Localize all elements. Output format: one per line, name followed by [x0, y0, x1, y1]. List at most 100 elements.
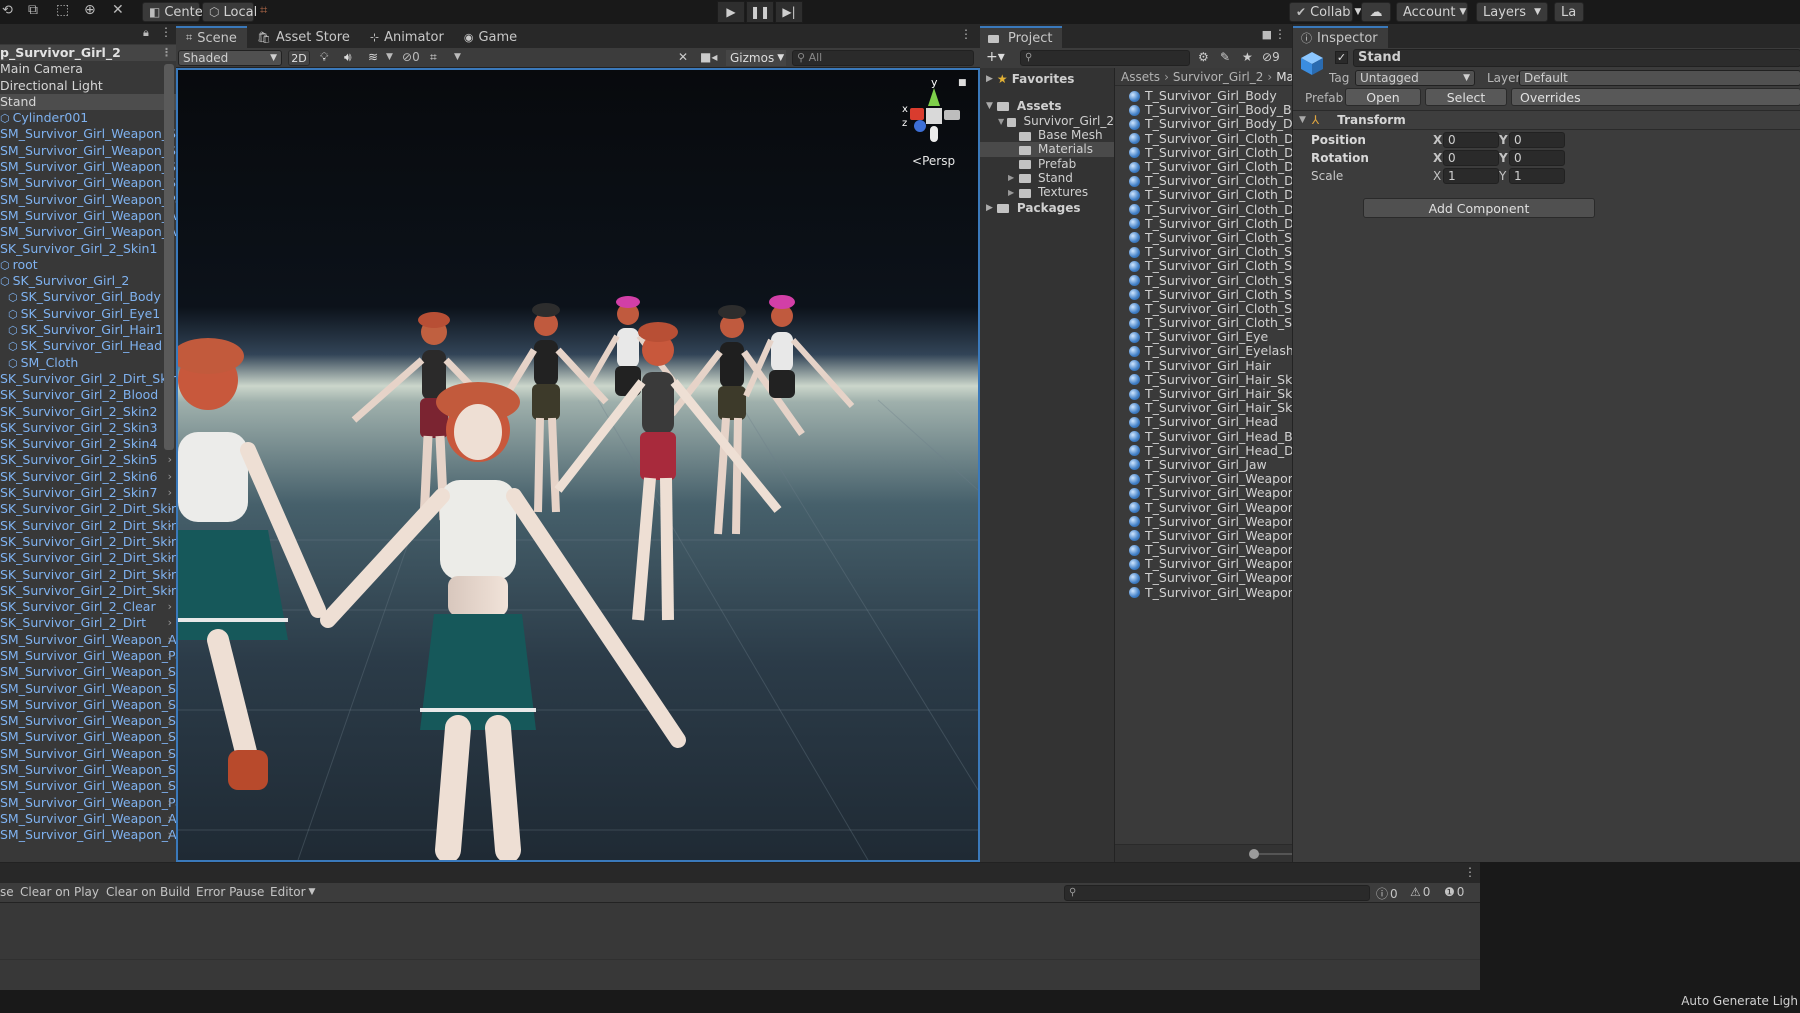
breadcrumb-item[interactable]: Materials [1276, 70, 1292, 84]
position-x-field[interactable]: 0 [1443, 132, 1499, 148]
hierarchy-item[interactable]: SM_Survivor_Girl_Weapon_Sle› [0, 713, 176, 729]
hierarchy-item[interactable]: SM_Survivor_Girl_Weapon_Par› [0, 795, 176, 811]
hierarchy-item[interactable]: SM_Survivor_Girl_Weapon_Scr› [0, 681, 176, 697]
custom-tool-icon[interactable]: ✕ [112, 2, 124, 18]
chevron-right-icon[interactable]: › [168, 534, 172, 550]
chevron-down-icon[interactable]: ▼ [386, 52, 393, 62]
error-filter-toggle[interactable]: ❶0 [1444, 885, 1464, 899]
chevron-right-icon[interactable]: › [168, 452, 172, 468]
material-item[interactable]: T_Survivor_Girl_Weapon_Skin2_B [1129, 528, 1292, 543]
hierarchy-item[interactable]: SK_Survivor_Girl_2_Skin2› [0, 404, 176, 420]
material-item[interactable]: T_Survivor_Girl_Cloth_Dirt_Skin5 [1129, 188, 1292, 202]
hierarchy-item[interactable]: SK_Survivor_Girl_2_Skin3› [0, 420, 176, 436]
chevron-right-icon[interactable]: › [168, 550, 172, 566]
tab-game[interactable]: ◉ Game [454, 26, 527, 48]
chevron-right-icon[interactable]: › [168, 681, 172, 697]
play-button[interactable]: ▶ [717, 1, 745, 23]
scene-viewport[interactable]: y x z ■ <Persp [176, 68, 980, 862]
rotation-x-field[interactable]: 0 [1443, 150, 1499, 166]
scale-y-field[interactable]: 1 [1509, 168, 1565, 184]
refresh-icon[interactable]: ⟲ [2, 3, 13, 18]
hierarchy-item[interactable]: SK_Survivor_Girl_2_Skin7 › [0, 485, 176, 501]
pause-button[interactable]: ❚❚ [746, 1, 774, 23]
transform-header[interactable]: ▼ ⅄ Transform [1293, 110, 1800, 130]
menu-dots-icon[interactable]: ⋮ [1464, 865, 1476, 879]
hierarchy-item[interactable]: ⬡ SK_Survivor_Girl_Eye1 [0, 306, 176, 322]
warning-filter-toggle[interactable]: ⚠ 0 [1410, 885, 1430, 899]
packages-row[interactable]: ▶ Packages [980, 199, 1114, 216]
hierarchy-item[interactable]: SM_Survivor_Girl_Weapon_Ax_› [0, 811, 176, 827]
transform-tool-icon[interactable]: ⊕ [84, 2, 96, 18]
log-filter-toggle[interactable]: ⓘ 0 [1376, 885, 1398, 902]
hierarchy-item[interactable]: SK_Survivor_Girl_2_Clear › [0, 599, 176, 615]
chevron-down-icon[interactable]: ▼ [454, 52, 461, 62]
material-item[interactable]: T_Survivor_Girl_Cloth_Dirt_Skin3 [1129, 160, 1292, 174]
editor-dropdown[interactable]: Editor ▼ [270, 885, 315, 899]
shading-mode-dropdown[interactable]: Shaded ▼ [178, 50, 282, 66]
favorites-row[interactable]: ▶ ★ Favorites [980, 70, 1114, 87]
layer-dropdown[interactable]: Default [1519, 70, 1800, 86]
hierarchy-item[interactable]: ⬡ SK_Survivor_Girl_Body [0, 289, 176, 305]
chevron-right-icon[interactable]: › [168, 567, 172, 583]
chevron-right-icon[interactable]: › [168, 485, 172, 501]
material-item[interactable]: T_Survivor_Girl_Cloth_Dirt_Skin1 [1129, 131, 1292, 146]
hierarchy-item[interactable]: SK_Survivor_Girl_2_Blood› [0, 387, 176, 403]
hierarchy-item[interactable]: ⬡ SK_Survivor_Girl_Hair1 [0, 322, 176, 338]
lock-icon[interactable]: 🔒︎ [143, 26, 149, 40]
material-item[interactable]: T_Survivor_Girl_Body_Dirt [1129, 117, 1292, 131]
error-pause-toggle[interactable]: Error Pause [196, 885, 264, 899]
hierarchy-item[interactable]: SM_Survivor_Girl_Weapon_Scr› [0, 762, 176, 778]
project-folder-item[interactable]: Base Mesh [980, 128, 1114, 142]
chevron-right-icon[interactable]: › [168, 583, 172, 599]
project-folder-item[interactable]: ▼ Survivor_Girl_2 [980, 114, 1114, 128]
hierarchy-item[interactable]: SK_Survivor_Girl_2_Dirt_Skin4 › [0, 534, 176, 550]
filter-label-icon[interactable]: ✎ [1220, 50, 1230, 64]
object-name-field[interactable]: Stand [1353, 49, 1800, 67]
chevron-right-icon[interactable]: › [168, 501, 172, 517]
material-item[interactable]: T_Survivor_Girl_Weapon_Skin3_D [1129, 585, 1292, 600]
hierarchy-item[interactable]: SM_Survivor_Girl_Weapon_Sle› [0, 126, 176, 142]
icon-size-slider-handle[interactable] [1249, 849, 1259, 859]
chevron-right-icon[interactable]: › [168, 778, 172, 794]
material-item[interactable]: T_Survivor_Girl_Jaw [1129, 457, 1292, 472]
menu-dots-icon[interactable]: ⋮ [1274, 27, 1286, 41]
material-item[interactable]: T_Survivor_Girl_Cloth_Skin3 [1129, 259, 1292, 273]
material-item[interactable]: T_Survivor_Girl_Cloth_Skin6 [1129, 301, 1292, 316]
chevron-right-icon[interactable]: › [168, 746, 172, 762]
hierarchy-item[interactable]: SK_Survivor_Girl_2_Dirt_Skin6 › [0, 567, 176, 583]
layout-dropdown[interactable]: La [1554, 2, 1584, 22]
orientation-gizmo[interactable]: y x z ■ [898, 76, 968, 156]
layers-dropdown[interactable]: Layers ▼ [1476, 2, 1548, 22]
material-item[interactable]: T_Survivor_Girl_Head_Blood [1129, 429, 1292, 444]
chevron-right-icon[interactable]: › [168, 469, 172, 485]
hierarchy-scrollbar[interactable] [164, 64, 174, 450]
audio-toggle-icon[interactable]: 🔊︎ [344, 50, 352, 65]
material-item[interactable]: T_Survivor_Girl_Cloth_Skin2 [1129, 245, 1292, 259]
console-search-input[interactable]: ⚲ [1064, 885, 1370, 901]
hierarchy-item[interactable]: SK_Survivor_Girl_2_Skin6 › [0, 469, 176, 485]
hierarchy-item[interactable]: ⬡ root [0, 257, 176, 273]
rect-tool-icon[interactable]: ⬚ [56, 2, 69, 18]
active-checkbox[interactable]: ✓ [1335, 51, 1348, 64]
prefab-select-button[interactable]: Select [1425, 88, 1507, 106]
menu-dots-icon[interactable]: ⋮ [160, 25, 172, 39]
hierarchy-item[interactable]: SK_Survivor_Girl_2_Skin5 › [0, 452, 176, 468]
grid-snap-icon[interactable]: ⌗ [260, 3, 267, 18]
add-component-button[interactable]: Add Component [1363, 198, 1595, 218]
hierarchy-item[interactable]: SM_Survivor_Girl_Weapon_Par› [0, 192, 176, 208]
lock-icon[interactable]: ■ [1262, 28, 1272, 41]
hierarchy-item[interactable]: SK_Survivor_Girl_2_Dirt_Skin3 › [0, 518, 176, 534]
material-item[interactable]: T_Survivor_Girl_Hair_Skin2 [1129, 372, 1292, 387]
material-item[interactable]: T_Survivor_Girl_Cloth_Dirt_Skin2 [1129, 145, 1292, 160]
persp-toggle[interactable]: <Persp [912, 154, 955, 168]
project-folder-item[interactable]: Materials [980, 142, 1114, 157]
breadcrumb-item[interactable]: Assets [1121, 70, 1160, 84]
scale-x-field[interactable]: 1 [1443, 168, 1499, 184]
hierarchy-item[interactable]: SM_Survivor_Girl_Weapon_Shc› [0, 143, 176, 159]
material-item[interactable]: T_Survivor_Girl_Cloth_Dirt_Skin7 [1129, 216, 1292, 231]
tab-scene[interactable]: ⌗ Scene [176, 26, 247, 48]
clear-on-build-toggle[interactable]: Clear on Build [106, 885, 190, 899]
material-item[interactable]: T_Survivor_Girl_Hair_Skin3 [1129, 387, 1292, 401]
material-item[interactable]: T_Survivor_Girl_Weapon_Skin1_D [1129, 500, 1292, 514]
grid-toggle-icon[interactable]: ⌗ [430, 50, 437, 65]
